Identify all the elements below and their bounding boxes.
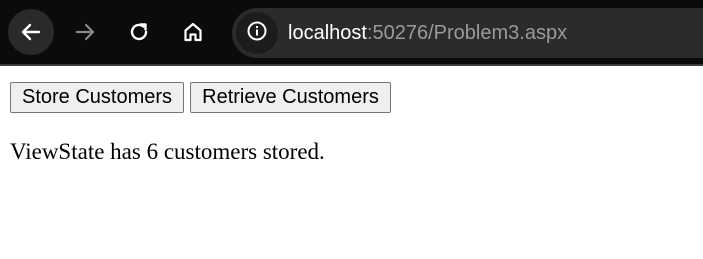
back-arrow-icon bbox=[20, 21, 42, 43]
status-message: ViewState has 6 customers stored. bbox=[10, 139, 325, 164]
forward-button[interactable] bbox=[62, 9, 108, 55]
back-button[interactable] bbox=[8, 9, 54, 55]
info-icon bbox=[246, 20, 268, 47]
url-text[interactable]: localhost:50276/Problem3.aspx bbox=[288, 21, 567, 45]
reload-icon bbox=[128, 21, 150, 43]
retrieve-customers-button[interactable]: Retrieve Customers bbox=[190, 82, 391, 113]
store-customers-button[interactable]: Store Customers bbox=[10, 82, 184, 113]
url-path: :50276/Problem3.aspx bbox=[366, 22, 568, 44]
page-content: Store Customers Retrieve Customers ViewS… bbox=[0, 68, 703, 259]
site-info-button[interactable] bbox=[236, 12, 278, 54]
browser-toolbar: localhost:50276/Problem3.aspx bbox=[0, 0, 703, 66]
home-button[interactable] bbox=[170, 9, 216, 55]
reload-button[interactable] bbox=[116, 9, 162, 55]
home-icon bbox=[182, 21, 204, 43]
forward-arrow-icon bbox=[74, 21, 96, 43]
url-host: localhost bbox=[288, 22, 367, 44]
address-bar[interactable]: localhost:50276/Problem3.aspx bbox=[232, 8, 703, 58]
